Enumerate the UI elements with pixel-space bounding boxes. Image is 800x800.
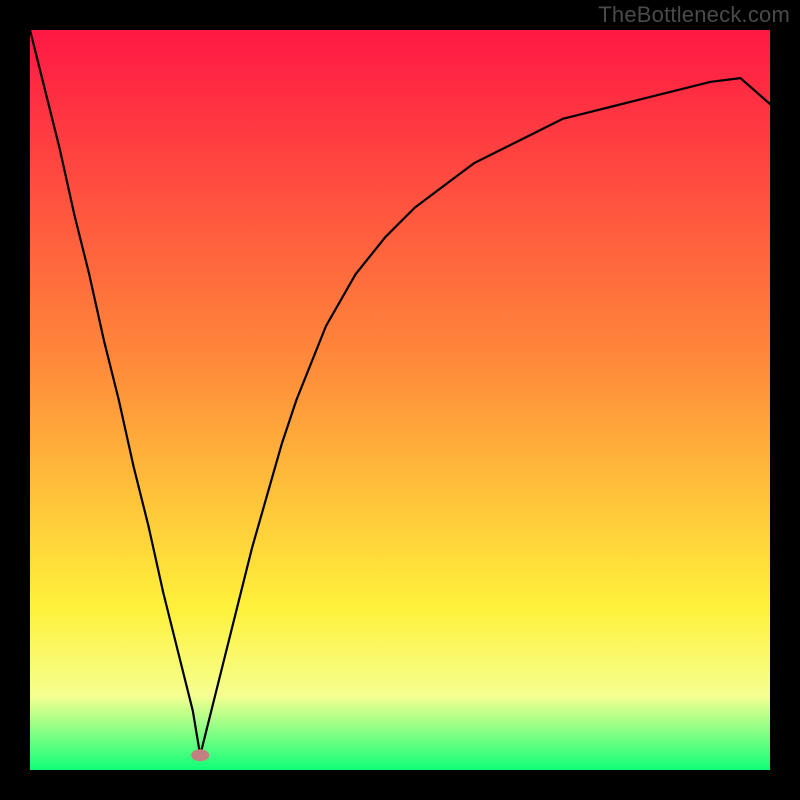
chart-background [30,30,770,770]
watermark-text: TheBottleneck.com [598,2,790,28]
chart-plot-area [30,30,770,770]
chart-frame: TheBottleneck.com [0,0,800,800]
chart-svg [30,30,770,770]
minimum-marker [191,749,209,761]
